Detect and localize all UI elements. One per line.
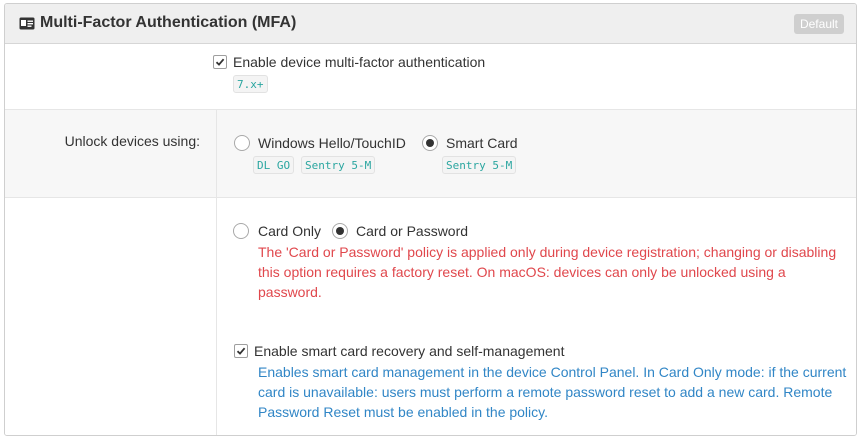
panel-title: Multi-Factor Authentication (MFA) (40, 14, 297, 31)
column-divider (216, 110, 217, 197)
check-icon (215, 58, 225, 66)
card-or-password-radio[interactable] (332, 223, 348, 239)
enable-mfa-checkbox[interactable] (213, 55, 227, 69)
version-tag: 7.x+ (233, 75, 268, 93)
check-icon (236, 347, 246, 355)
sentry-tag: Sentry 5-M (301, 156, 376, 174)
card-policy-warning: The 'Card or Password' policy is applied… (258, 244, 837, 300)
windows-hello-label: Windows Hello/TouchID (258, 135, 406, 151)
card-or-password-label: Card or Password (356, 223, 469, 239)
column-divider (216, 198, 217, 435)
recovery-checkbox[interactable] (234, 344, 248, 358)
mfa-panel: Multi-Factor Authentication (MFA) Defaul… (4, 3, 857, 436)
smart-card-radio[interactable] (422, 135, 438, 151)
enable-mfa-label: Enable device multi-factor authenticatio… (233, 54, 486, 70)
smart-card-label: Smart Card (446, 135, 518, 151)
card-only-label: Card Only (258, 223, 322, 239)
card-only-radio[interactable] (233, 223, 249, 239)
card-mode-row: Card Only Card or Password The 'Card or … (5, 198, 856, 435)
panel-header: Multi-Factor Authentication (MFA) Defaul… (5, 4, 856, 44)
smart-card-sentry-tag: Sentry 5-M (442, 156, 517, 174)
default-badge: Default (793, 14, 844, 34)
recovery-info: Enables smart card management in the dev… (258, 364, 847, 420)
dl-go-tag: DL GO (253, 156, 295, 174)
windows-hello-radio[interactable] (234, 135, 250, 151)
unlock-devices-label: Unlock devices using: (64, 133, 200, 149)
enable-mfa-row: Enable device multi-factor authenticatio… (5, 44, 856, 110)
recovery-label: Enable smart card recovery and self-mana… (254, 343, 565, 359)
unlock-devices-row: Unlock devices using: Windows Hello/Touc… (5, 110, 856, 198)
id-card-icon (19, 17, 35, 30)
